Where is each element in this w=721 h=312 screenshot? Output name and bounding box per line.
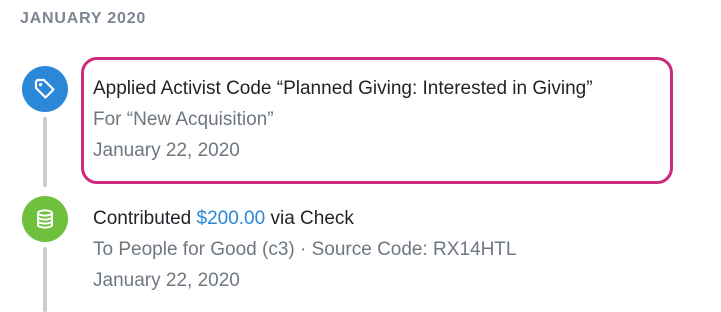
tag-icon [22, 66, 68, 112]
activity-entry-contribution: Contributed $200.00 via Check To People … [93, 203, 516, 296]
activity-date: January 22, 2020 [93, 140, 240, 161]
contribution-amount-link[interactable]: $200.00 [197, 208, 266, 229]
activity-subtitle: To People for Good (c3) · Source Code: R… [93, 239, 517, 260]
month-header: JANUARY 2020 [20, 10, 147, 27]
timeline-connector [43, 247, 47, 312]
activity-title-prefix: Contributed [93, 208, 197, 229]
activity-date: January 22, 2020 [93, 270, 240, 291]
activity-entry-activist-code: Applied Activist Code “Planned Giving: I… [93, 73, 593, 166]
activity-title: Applied Activist Code “Planned Giving: I… [93, 78, 593, 99]
activity-title-suffix: via Check [265, 208, 354, 229]
timeline-connector [43, 117, 47, 187]
coins-icon [22, 196, 68, 242]
activity-title: Contributed $200.00 via Check [93, 203, 516, 234]
activity-subtitle: For “New Acquisition” [93, 109, 274, 130]
